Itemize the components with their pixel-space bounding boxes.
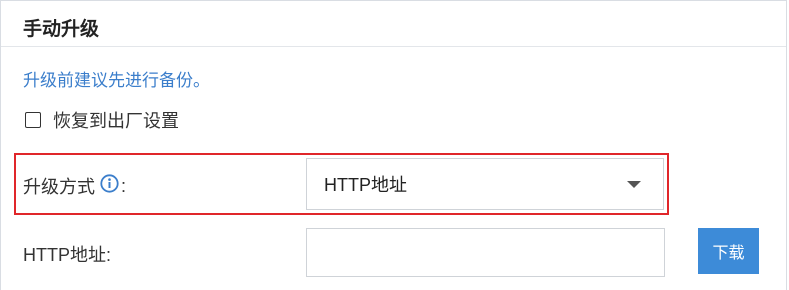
upgrade-method-label-group: 升级方式 : (23, 173, 126, 199)
title-divider (1, 46, 786, 47)
info-icon[interactable] (100, 174, 119, 198)
restore-factory-label: 恢复到出厂设置 (53, 111, 179, 131)
upgrade-method-label: 升级方式 (23, 177, 95, 197)
upgrade-method-select[interactable]: HTTP地址 (306, 158, 664, 210)
upgrade-method-selected: HTTP地址 (324, 175, 407, 195)
upgrade-method-colon: : (121, 175, 127, 196)
chevron-down-icon[interactable] (627, 180, 641, 188)
section-title: 手动升级 (23, 19, 100, 40)
manual-upgrade-panel: 手动升级 升级前建议先进行备份。 恢复到出厂设置 升级方式 : HTTP地址 H… (0, 0, 787, 290)
http-address-label: HTTP地址: (23, 245, 111, 265)
download-button[interactable]: 下载 (698, 228, 759, 274)
http-address-input[interactable] (306, 228, 665, 277)
restore-factory-checkbox[interactable] (25, 112, 41, 128)
backup-hint: 升级前建议先进行备份。 (23, 71, 210, 90)
restore-factory-option[interactable]: 恢复到出厂设置 (25, 107, 179, 133)
